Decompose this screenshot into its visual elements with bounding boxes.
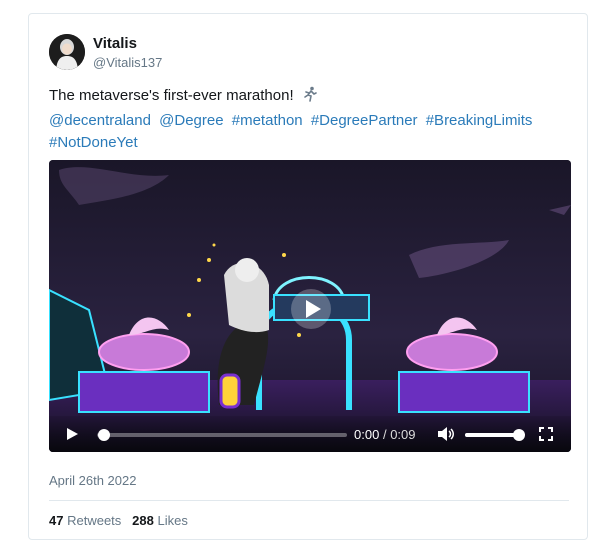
retweets-label[interactable]: Retweets	[67, 513, 121, 528]
center-play-icon[interactable]	[290, 288, 332, 335]
current-time: 0:00	[354, 427, 380, 442]
volume-level	[465, 433, 520, 437]
fullscreen-icon[interactable]	[539, 427, 553, 446]
video-player[interactable]: 0:00 / 0:09	[49, 160, 571, 452]
likes-label[interactable]: Likes	[157, 513, 187, 528]
tweet-stats: 47 Retweets 288 Likes	[49, 513, 188, 528]
tweet-text-content: The metaverse's first-ever marathon!	[49, 87, 294, 104]
tweet-text: The metaverse's first-ever marathon!	[49, 86, 318, 106]
divider	[49, 500, 569, 501]
mention-decentraland[interactable]: @decentraland	[49, 112, 151, 129]
user-handle[interactable]: @Vitalis137	[93, 55, 162, 70]
hashtag-metathon[interactable]: #metathon	[232, 112, 303, 129]
user-name[interactable]: Vitalis	[93, 35, 137, 52]
duration: 0:09	[390, 427, 416, 442]
mention-degree[interactable]: @Degree	[159, 112, 223, 129]
volume-handle[interactable]	[513, 429, 525, 441]
time-display: 0:00 / 0:09	[354, 427, 416, 442]
play-button[interactable]	[65, 427, 79, 446]
hashtag-notdoneyet[interactable]: #NotDoneYet	[49, 134, 138, 151]
hashtag-breakinglimits[interactable]: #BreakingLimits	[426, 112, 533, 129]
tweet-date[interactable]: April 26th 2022	[49, 473, 136, 488]
likes-count[interactable]: 288	[132, 513, 154, 528]
hashtag-degreepartner[interactable]: #DegreePartner	[311, 112, 418, 129]
retweets-count[interactable]: 47	[49, 513, 63, 528]
avatar[interactable]	[49, 34, 85, 70]
seek-bar[interactable]	[97, 433, 347, 437]
seek-handle[interactable]	[98, 429, 110, 441]
time-separator: /	[382, 427, 387, 442]
video-controls: 0:00 / 0:09	[49, 416, 571, 452]
tweet-card: Vitalis @Vitalis137 The metaverse's firs…	[28, 13, 588, 540]
person-running-icon	[302, 86, 318, 106]
volume-icon[interactable]	[437, 426, 455, 447]
tweet-links: @decentraland @Degree #metathon #DegreeP…	[49, 110, 569, 154]
